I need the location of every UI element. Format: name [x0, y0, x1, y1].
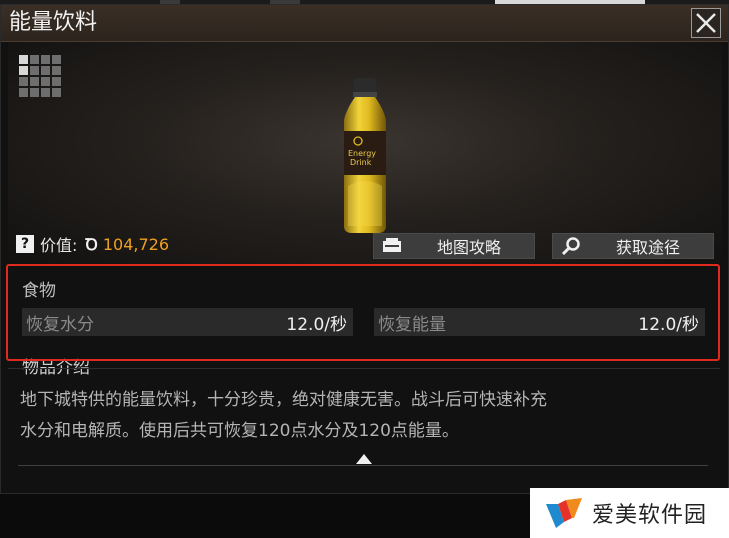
obtain-source-label: 获取途径 — [615, 238, 680, 257]
window-title: 能量饮料 — [9, 10, 98, 35]
search-icon — [559, 234, 583, 258]
item-preview: Energy Drink — [8, 42, 722, 264]
close-icon — [696, 13, 716, 33]
description-separator — [8, 368, 720, 369]
watermark-logo-icon — [546, 498, 582, 528]
highlight-box — [6, 264, 720, 361]
bottle-label-line2: Drink — [350, 158, 372, 167]
watermark-text: 爱美软件园 — [592, 503, 708, 528]
help-icon[interactable]: ? — [16, 235, 34, 253]
bottle-label-line1: Energy — [348, 149, 376, 158]
watermark: 爱美软件园 — [530, 488, 729, 538]
map-guide-button[interactable]: 地图攻略 — [373, 233, 535, 259]
description-text: 地下城特供的能量饮料，十分珍贵，绝对健康无害。战斗后可快速补充 水分和电解质。使… — [20, 385, 660, 447]
map-icon — [380, 234, 404, 258]
price-value: 104,726 — [102, 234, 170, 254]
title-bar: 能量饮料 — [1, 5, 728, 42]
collapse-arrow-icon[interactable] — [354, 452, 374, 466]
close-button[interactable] — [691, 8, 721, 38]
obtain-source-button[interactable]: 获取途径 — [552, 233, 714, 259]
currency-icon: Ꝺ — [85, 235, 98, 254]
price-label: 价值: — [40, 236, 78, 255]
description-line: 水分和电解质。使用后共可恢复120点水分及120点能量。 — [20, 421, 459, 441]
map-guide-label: 地图攻略 — [436, 238, 501, 257]
grid-size-icon — [19, 55, 61, 97]
energy-drink-bottle-image: Energy Drink — [344, 78, 386, 233]
description-line: 地下城特供的能量饮料，十分珍贵，绝对健康无害。战斗后可快速补充 — [20, 390, 547, 410]
price-row: ? 价值: Ꝺ 104,726 — [16, 232, 169, 256]
